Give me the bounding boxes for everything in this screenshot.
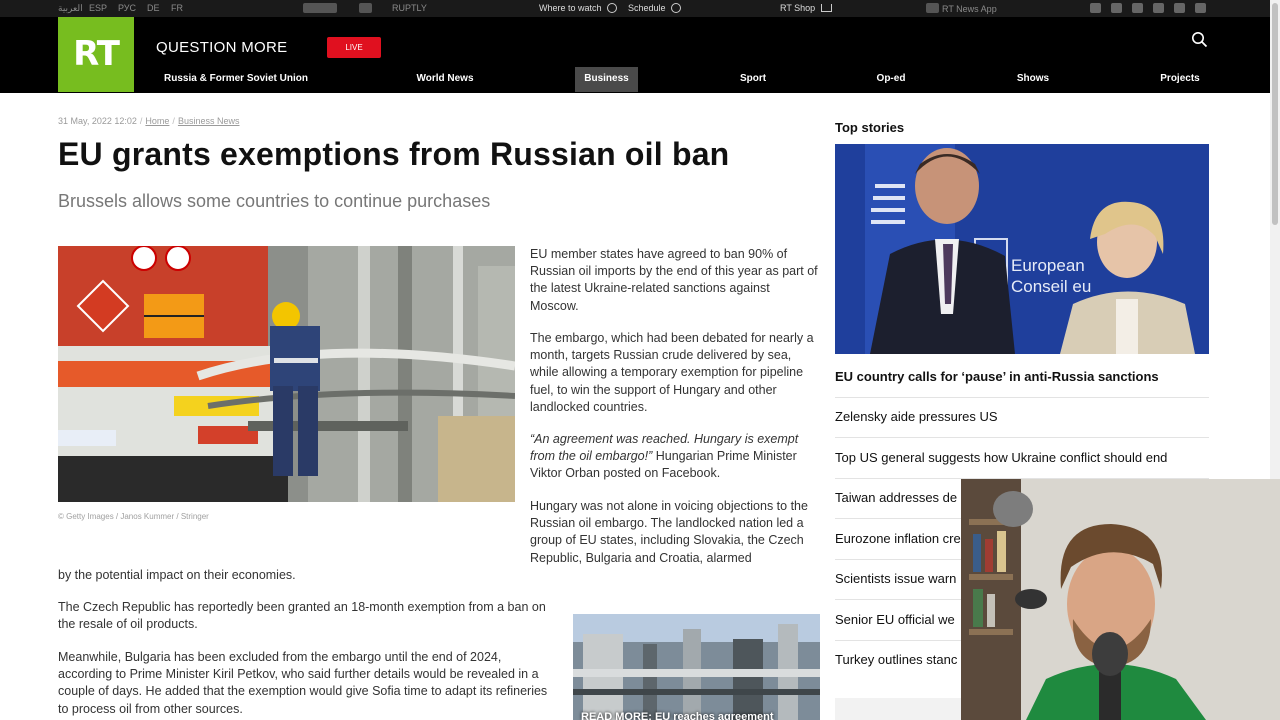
tagline: QUESTION MORE [156, 39, 288, 56]
tanker-illustration [58, 246, 515, 502]
lang-rus-link[interactable]: РУС [118, 3, 136, 13]
read-more-card[interactable]: READ MORE: EU reaches agreement [573, 614, 820, 720]
live-button[interactable]: LIVE [327, 37, 381, 58]
lang-arabic-link[interactable]: العربية [58, 3, 83, 14]
partner-link[interactable] [359, 3, 375, 14]
nav-world-news[interactable]: World News [405, 67, 485, 92]
story-divider [835, 397, 1209, 398]
rss-icon[interactable] [1111, 3, 1122, 13]
article-paragraph-5: Meanwhile, Bulgaria has been excluded fr… [58, 650, 548, 716]
search-icon[interactable] [1191, 31, 1208, 48]
webcam-overlay [961, 479, 1280, 720]
partner-icon [359, 3, 372, 13]
schedule-link[interactable]: Schedule [628, 3, 682, 13]
inotv-icon [303, 3, 337, 13]
nav-sport[interactable]: Sport [725, 67, 781, 92]
article-subheadline: Brussels allows some countries to contin… [58, 191, 491, 211]
breadcrumb-business-news[interactable]: Business News [178, 116, 240, 126]
nav-business[interactable]: Business [575, 67, 638, 92]
article-paragraph-2: The embargo, which had been debated for … [530, 331, 814, 414]
lead-photo[interactable] [58, 246, 515, 502]
top-stories-heading: Top stories [835, 120, 905, 135]
article-paragraph-3-cont: by the potential impact on their economi… [58, 568, 296, 582]
breadcrumb-home[interactable]: Home [145, 116, 169, 126]
social-links [1080, 3, 1206, 14]
article-paragraph-4: The Czech Republic has reportedly been g… [58, 600, 546, 632]
twitter-icon[interactable] [1132, 3, 1143, 13]
top-story-link-2[interactable]: Zelensky aide pressures US [835, 409, 1209, 424]
breadcrumb: 31 May, 2022 12:02/Home / Business News [58, 116, 240, 126]
nav-op-ed[interactable]: Op-ed [865, 67, 917, 92]
telegram-icon[interactable] [1090, 3, 1101, 13]
ruptly-link[interactable]: RUPTLY [392, 3, 427, 13]
clock-icon [671, 3, 682, 13]
vk-icon[interactable] [1195, 3, 1206, 13]
inotv-link[interactable] [303, 3, 340, 14]
facebook-icon[interactable] [1174, 3, 1185, 13]
story-divider [835, 437, 1209, 438]
rt-logo[interactable]: RT [58, 17, 134, 92]
presenter-webcam-image [961, 479, 1280, 720]
lang-esp-link[interactable]: ESP [89, 3, 107, 13]
rt-shop-link[interactable]: RT Shop [780, 3, 832, 13]
top-story-link-3[interactable]: Top US general suggests how Ukraine conf… [835, 450, 1209, 465]
article-paragraph-1: EU member states have agreed to ban 90% … [530, 247, 818, 313]
read-more-label[interactable]: READ MORE: EU reaches agreement [581, 711, 774, 720]
top-story-photo[interactable]: European Conseil eu [835, 144, 1209, 354]
scroll-thumb[interactable] [1272, 3, 1278, 225]
officials-illustration: European Conseil eu [835, 144, 1209, 354]
top-story-link-1[interactable]: EU country calls for ‘pause’ in anti-Rus… [835, 369, 1209, 384]
article-date: 31 May, 2022 12:02 [58, 116, 137, 126]
refinery-illustration [573, 614, 820, 720]
nav-russia[interactable]: Russia & Former Soviet Union [160, 67, 312, 92]
nav-projects[interactable]: Projects [1152, 67, 1208, 92]
article-headline: EU grants exemptions from Russian oil ba… [58, 136, 730, 172]
site-header: RT QUESTION MORE LIVE Russia & Former So… [0, 17, 1270, 93]
app-icon [926, 3, 939, 13]
lang-fr-link[interactable]: FR [171, 3, 183, 13]
article-quote: “An agreement was reached. Hungary is ex… [530, 431, 826, 483]
utility-bar: العربية ESP РУС DE FR RUPTLY Where to wa… [0, 0, 1270, 17]
eu-sign-line-2: Conseil eu [1011, 277, 1091, 296]
cart-icon [820, 4, 832, 12]
nav-shows[interactable]: Shows [1007, 67, 1059, 92]
where-to-watch-link[interactable]: Where to watch [539, 3, 618, 13]
lang-de-link[interactable]: DE [147, 3, 160, 13]
article-paragraph-3: Hungary was not alone in voicing objecti… [530, 499, 808, 565]
play-icon [607, 3, 618, 13]
eu-sign-line-1: European [1011, 256, 1085, 275]
news-app-link[interactable]: RT News App [926, 3, 997, 14]
photo-caption: © Getty Images / Janos Kummer / Stringer [58, 512, 209, 521]
youtube-icon[interactable] [1153, 3, 1164, 13]
